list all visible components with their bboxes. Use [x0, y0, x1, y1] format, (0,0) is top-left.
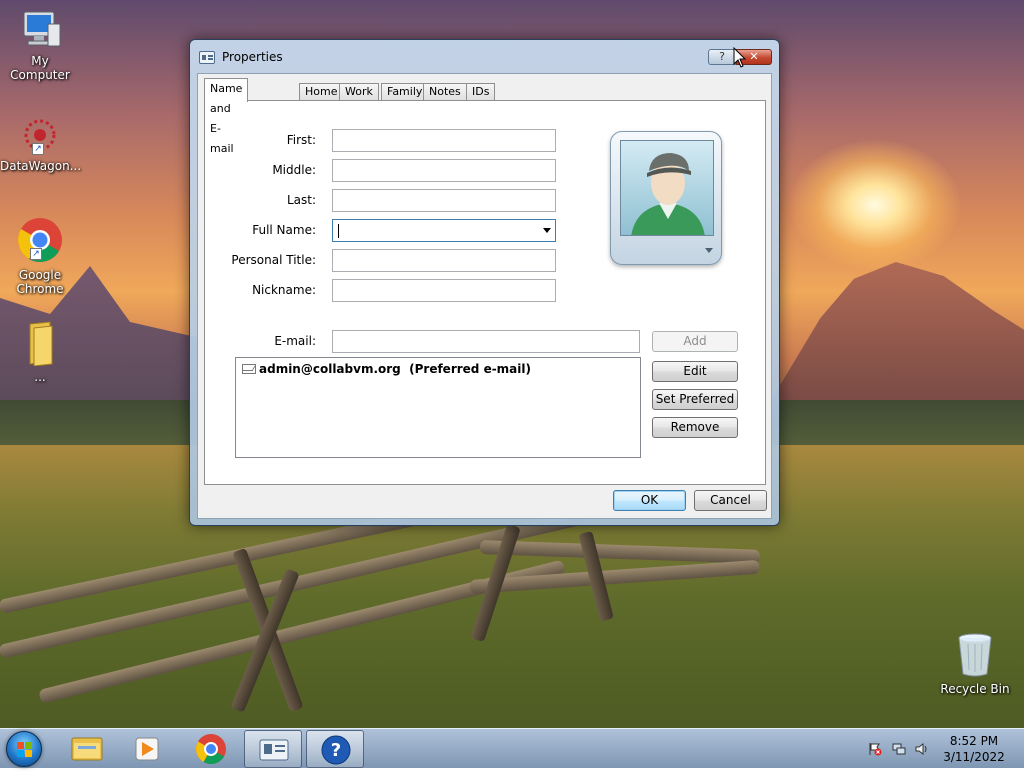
folder-icon [20, 320, 60, 367]
chevron-down-icon[interactable] [543, 228, 551, 233]
contact-picture[interactable] [610, 131, 722, 265]
help-button[interactable]: ? [708, 49, 736, 65]
taskbar-file-explorer[interactable] [58, 730, 116, 768]
dialog-titlebar[interactable]: Properties ? ✕ [190, 40, 779, 74]
cancel-button[interactable]: Cancel [694, 490, 767, 511]
chrome-icon [195, 734, 226, 765]
email-preferred-note: (Preferred e-mail) [409, 362, 531, 376]
wooden-fence [0, 483, 761, 728]
tab-notes[interactable]: Notes [423, 83, 467, 101]
computer-icon [18, 10, 62, 50]
contact-card-icon [199, 51, 215, 64]
email-address: admin@collabvm.org [259, 362, 401, 376]
speaker-volume-icon[interactable] [915, 742, 929, 756]
windows-logo-icon [17, 742, 33, 758]
tab-name-and-email[interactable]: Name and E-mail [204, 78, 249, 155]
nickname-input[interactable] [332, 279, 556, 302]
media-player-icon [135, 737, 159, 761]
email-input[interactable] [332, 330, 640, 353]
svg-text:?: ? [331, 740, 341, 761]
desktop-icon-label: Google Chrome [16, 268, 64, 296]
properties-dialog: Properties ? ✕ Name and E-mail Home Work… [189, 39, 780, 526]
taskbar-contacts[interactable] [244, 730, 302, 768]
email-list-item[interactable]: admin@collabvm.org (Preferred e-mail) [242, 362, 531, 376]
last-name-label: Last: [286, 193, 316, 207]
ok-button[interactable]: OK [613, 490, 686, 511]
tab-ids[interactable]: IDs [466, 83, 496, 101]
dialog-title: Properties [222, 50, 283, 64]
recycle-bin-icon [955, 632, 995, 678]
first-name-input[interactable] [332, 129, 556, 152]
edit-email-button[interactable]: Edit [652, 361, 738, 382]
shortcut-arrow-icon: ↗ [30, 248, 42, 260]
desktop-icon-label: DataWagon... [0, 159, 82, 173]
personal-title-label: Personal Title: [231, 253, 316, 267]
desktop-icon-recycle-bin[interactable]: Recycle Bin [935, 632, 1015, 696]
picture-options-dropdown[interactable] [617, 242, 717, 260]
clock-date: 3/11/2022 [943, 750, 1005, 764]
mountain-right [770, 262, 1024, 402]
middle-name-input[interactable] [332, 159, 556, 182]
dialog-client-area: Name and E-mail Home Work Family Notes I… [197, 73, 772, 519]
desktop-icon-label: ... [34, 370, 46, 384]
taskbar-media-player[interactable] [118, 730, 176, 768]
system-clock[interactable]: 8:52 PM 3/11/2022 [938, 733, 1010, 765]
email-label: E-mail: [274, 334, 316, 348]
remove-email-button[interactable]: Remove [652, 417, 738, 438]
desktop-icon-label: Recycle Bin [940, 682, 1010, 696]
set-preferred-button[interactable]: Set Preferred [652, 389, 738, 410]
desktop-icon-datawagon[interactable]: ↗ DataWagon... [0, 115, 82, 173]
envelope-icon [242, 364, 256, 374]
shortcut-arrow-icon: ↗ [32, 143, 44, 155]
desktop-icon-label: My Computer [10, 54, 70, 82]
taskbar-chrome[interactable] [182, 730, 240, 768]
network-icon[interactable] [892, 742, 906, 756]
file-explorer-icon [71, 737, 103, 761]
add-email-button[interactable]: Add [652, 331, 738, 352]
text-caret [338, 224, 339, 238]
person-avatar-icon [620, 140, 714, 236]
desktop-icon-my-computer[interactable]: My Computer [0, 10, 80, 82]
chrome-icon: ↗ [16, 216, 64, 264]
chevron-down-icon [705, 248, 713, 253]
tab-panel-name-and-email: First: Middle: Last: Full Name: Personal… [204, 100, 766, 485]
taskbar: ? 8:52 PM 3/11/2022 [0, 728, 1024, 768]
full-name-label: Full Name: [252, 223, 316, 237]
start-button[interactable] [6, 731, 42, 767]
tab-home[interactable]: Home [299, 83, 344, 101]
desktop-icon-folder[interactable]: ... [0, 320, 80, 384]
help-icon: ? [321, 735, 351, 765]
email-list[interactable]: admin@collabvm.org (Preferred e-mail) [235, 357, 641, 458]
contacts-icon [259, 739, 289, 761]
personal-title-input[interactable] [332, 249, 556, 272]
full-name-combobox[interactable] [332, 219, 556, 242]
desktop-icon-google-chrome[interactable]: ↗ Google Chrome [0, 216, 80, 296]
action-center-flag-icon[interactable] [868, 742, 882, 756]
mouse-cursor-icon [733, 46, 747, 69]
taskbar-help[interactable]: ? [306, 730, 364, 768]
sun [790, 140, 960, 270]
tab-work[interactable]: Work [339, 83, 379, 101]
datawagon-icon: ↗ [18, 115, 62, 155]
nickname-label: Nickname: [252, 283, 316, 297]
middle-name-label: Middle: [272, 163, 316, 177]
clock-time: 8:52 PM [949, 734, 999, 748]
tab-family[interactable]: Family [381, 83, 429, 101]
last-name-input[interactable] [332, 189, 556, 212]
